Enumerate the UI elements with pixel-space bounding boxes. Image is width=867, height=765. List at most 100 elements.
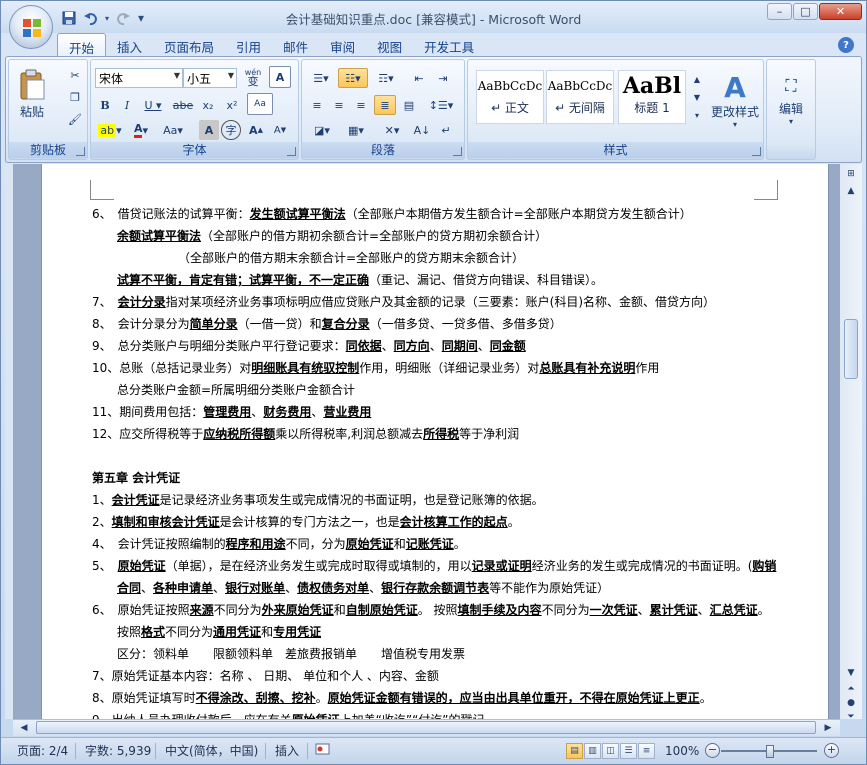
borders-icon[interactable]: ▦▾ [340, 120, 372, 140]
italic-icon[interactable]: I [117, 95, 137, 115]
numbering-icon[interactable]: ☷▾ [338, 68, 368, 88]
styles-scroll-down-icon[interactable]: ▼ [690, 88, 704, 106]
grow-font-icon[interactable]: A ▲ [245, 120, 267, 140]
strikethrough-icon[interactable]: abe [171, 95, 195, 115]
decrease-indent-icon[interactable]: ⇤ [408, 68, 430, 88]
phonetic-guide-icon[interactable]: wén 变 [241, 66, 265, 88]
outline-view-icon[interactable]: ☰ [620, 743, 637, 759]
font-dialog-launcher-icon[interactable] [287, 147, 296, 156]
tab-developer[interactable]: 开发工具 [413, 33, 485, 57]
document-line: 4、 会计凭证按照编制的程序和用途不同，分为原始凭证和记账凭证。 [92, 537, 466, 551]
print-layout-icon[interactable]: ▤ [566, 743, 583, 759]
shading-icon[interactable]: ◪▾ [306, 120, 338, 140]
scroll-left-icon[interactable]: ◀ [17, 720, 31, 736]
underline-icon[interactable]: U ▾ [139, 95, 167, 115]
line-spacing-icon[interactable]: ↕☰▾ [426, 95, 456, 115]
word-window: ▾ ▾ 会计基础知识重点.doc [兼容模式] - Microsoft Word… [0, 0, 867, 765]
cut-icon[interactable]: ✂ [65, 66, 85, 84]
tab-home[interactable]: 开始 [57, 33, 107, 57]
highlight-color-icon[interactable]: ab ▾ [95, 120, 125, 140]
zoom-slider-knob[interactable] [766, 745, 774, 758]
chinese-layout-icon[interactable]: ✕▾ [376, 120, 408, 140]
bullets-icon[interactable]: ☰▾ [306, 68, 336, 88]
format-painter-icon[interactable]: 🖌 [65, 110, 85, 128]
style-no-spacing-name: ↵ 无间隔 [555, 101, 605, 115]
zoom-out-button[interactable]: − [705, 743, 720, 758]
styles-more-icon[interactable]: ▾ [690, 106, 704, 124]
zoom-in-button[interactable]: + [824, 743, 839, 758]
paragraph-group-label: 段落 [302, 142, 464, 158]
zoom-level[interactable]: 100% [665, 742, 699, 760]
page-counter[interactable]: 页面: 2/4 [17, 742, 68, 760]
align-left-icon[interactable]: ≡ [306, 95, 328, 115]
macro-record-icon[interactable] [315, 742, 331, 760]
change-styles-button[interactable]: A 更改样式 ▾ [708, 66, 762, 136]
superscript-icon[interactable]: x² [221, 95, 243, 115]
document-line: 8、 会计分录分为简单分录（一借一贷）和复合分录（一借多贷、一贷多借、多借多贷） [92, 317, 562, 331]
style-heading-1[interactable]: AaBl 标题 1 [618, 70, 686, 124]
scroll-right-icon[interactable]: ▶ [821, 720, 835, 736]
change-styles-icon: A [724, 71, 746, 104]
change-case-icon[interactable]: Aa▾ [159, 120, 187, 140]
styles-scroll-up-icon[interactable]: ▲ [690, 70, 704, 88]
vertical-scroll-thumb[interactable] [844, 319, 858, 379]
paste-button[interactable]: 粘贴 [13, 64, 51, 124]
web-layout-icon[interactable]: ◫ [602, 743, 619, 759]
minimize-button[interactable]: – [767, 3, 792, 20]
subscript-icon[interactable]: x₂ [197, 95, 219, 115]
shrink-font-icon[interactable]: A ▼ [269, 120, 291, 140]
style-normal[interactable]: AaBbCcDc ↵ 正文 [476, 70, 544, 124]
document-line: 按照格式不同分为通用凭证和专用凭证 [117, 625, 322, 639]
language-indicator[interactable]: 中文(简体，中国) [165, 742, 258, 760]
document-line: 9、出纳人员办理收付款后，应在有关原始凭证上加盖“收讫”“付讫”的戳记。 [92, 712, 497, 719]
multilevel-list-icon[interactable]: ☶▾ [370, 68, 402, 88]
bold-icon[interactable]: B [95, 95, 115, 115]
scroll-up-icon[interactable]: ▲ [842, 183, 860, 199]
tab-review[interactable]: 审阅 [319, 33, 366, 57]
document-line: 6、 原始凭证按照来源不同分为外来原始凭证和自制原始凭证。 按照填制手续及内容不… [92, 603, 770, 617]
next-page-icon[interactable]: ⏷ [842, 709, 860, 725]
clipboard-dialog-launcher-icon[interactable] [76, 147, 85, 156]
editing-button[interactable]: ⛶ 编辑 ▾ [769, 66, 813, 136]
justify-icon[interactable]: ≣ [374, 95, 396, 115]
styles-dialog-launcher-icon[interactable] [752, 147, 761, 156]
sort-icon[interactable]: A↓ [412, 120, 432, 140]
font-group-label: 字体 [91, 142, 298, 158]
show-marks-icon[interactable]: ↵ [436, 120, 456, 140]
tab-references[interactable]: 引用 [225, 33, 272, 57]
insert-mode-indicator[interactable]: 插入 [275, 742, 299, 760]
character-border-icon[interactable]: A [269, 66, 291, 88]
vertical-scrollbar[interactable] [840, 164, 862, 719]
ruler-toggle-icon[interactable]: ⊞ [842, 166, 860, 182]
style-no-spacing[interactable]: AaBbCcDc ↵ 无间隔 [546, 70, 614, 124]
copy-icon[interactable]: ❐ [65, 88, 85, 106]
document-line: 11、期间费用包括：管理费用、财务费用、营业费用 [92, 405, 372, 419]
scroll-down-icon[interactable]: ▼ [842, 665, 860, 681]
tab-view[interactable]: 视图 [366, 33, 413, 57]
enclose-characters-icon[interactable]: 字 [221, 120, 241, 140]
font-group: 宋体 ▼ 小五 ▼ wén 变 A B I U ▾ abe x₂ x² Aa ab ▾ … [90, 59, 299, 160]
increase-indent-icon[interactable]: ⇥ [432, 68, 454, 88]
horizontal-scroll-thumb[interactable] [36, 721, 816, 734]
office-button[interactable] [9, 5, 53, 49]
font-name-value: 宋体 [99, 72, 124, 86]
font-name-combo[interactable]: 宋体 ▼ [95, 68, 183, 88]
tab-page-layout[interactable]: 页面布局 [153, 33, 225, 57]
maximize-button[interactable]: □ [793, 3, 818, 20]
draft-view-icon[interactable]: ≡ [638, 743, 655, 759]
align-right-icon[interactable]: ≡ [350, 95, 372, 115]
help-icon[interactable]: ? [838, 37, 854, 53]
font-size-combo[interactable]: 小五 ▼ [183, 68, 237, 88]
clear-formatting-icon[interactable]: Aa [247, 93, 273, 115]
full-screen-reading-icon[interactable]: ▥ [584, 743, 601, 759]
distributed-icon[interactable]: ▤ [398, 95, 420, 115]
close-button[interactable]: ✕ [819, 3, 862, 20]
align-center-icon[interactable]: ≡ [328, 95, 350, 115]
paragraph-dialog-launcher-icon[interactable] [453, 147, 462, 156]
tab-mailings[interactable]: 邮件 [272, 33, 319, 57]
font-color-icon[interactable]: A ▾ [127, 120, 155, 140]
character-shading-icon[interactable]: A [199, 120, 219, 140]
tab-insert[interactable]: 插入 [106, 33, 153, 57]
style-no-spacing-preview: AaBbCcDc [547, 79, 613, 93]
word-count[interactable]: 字数: 5,939 [85, 742, 151, 760]
